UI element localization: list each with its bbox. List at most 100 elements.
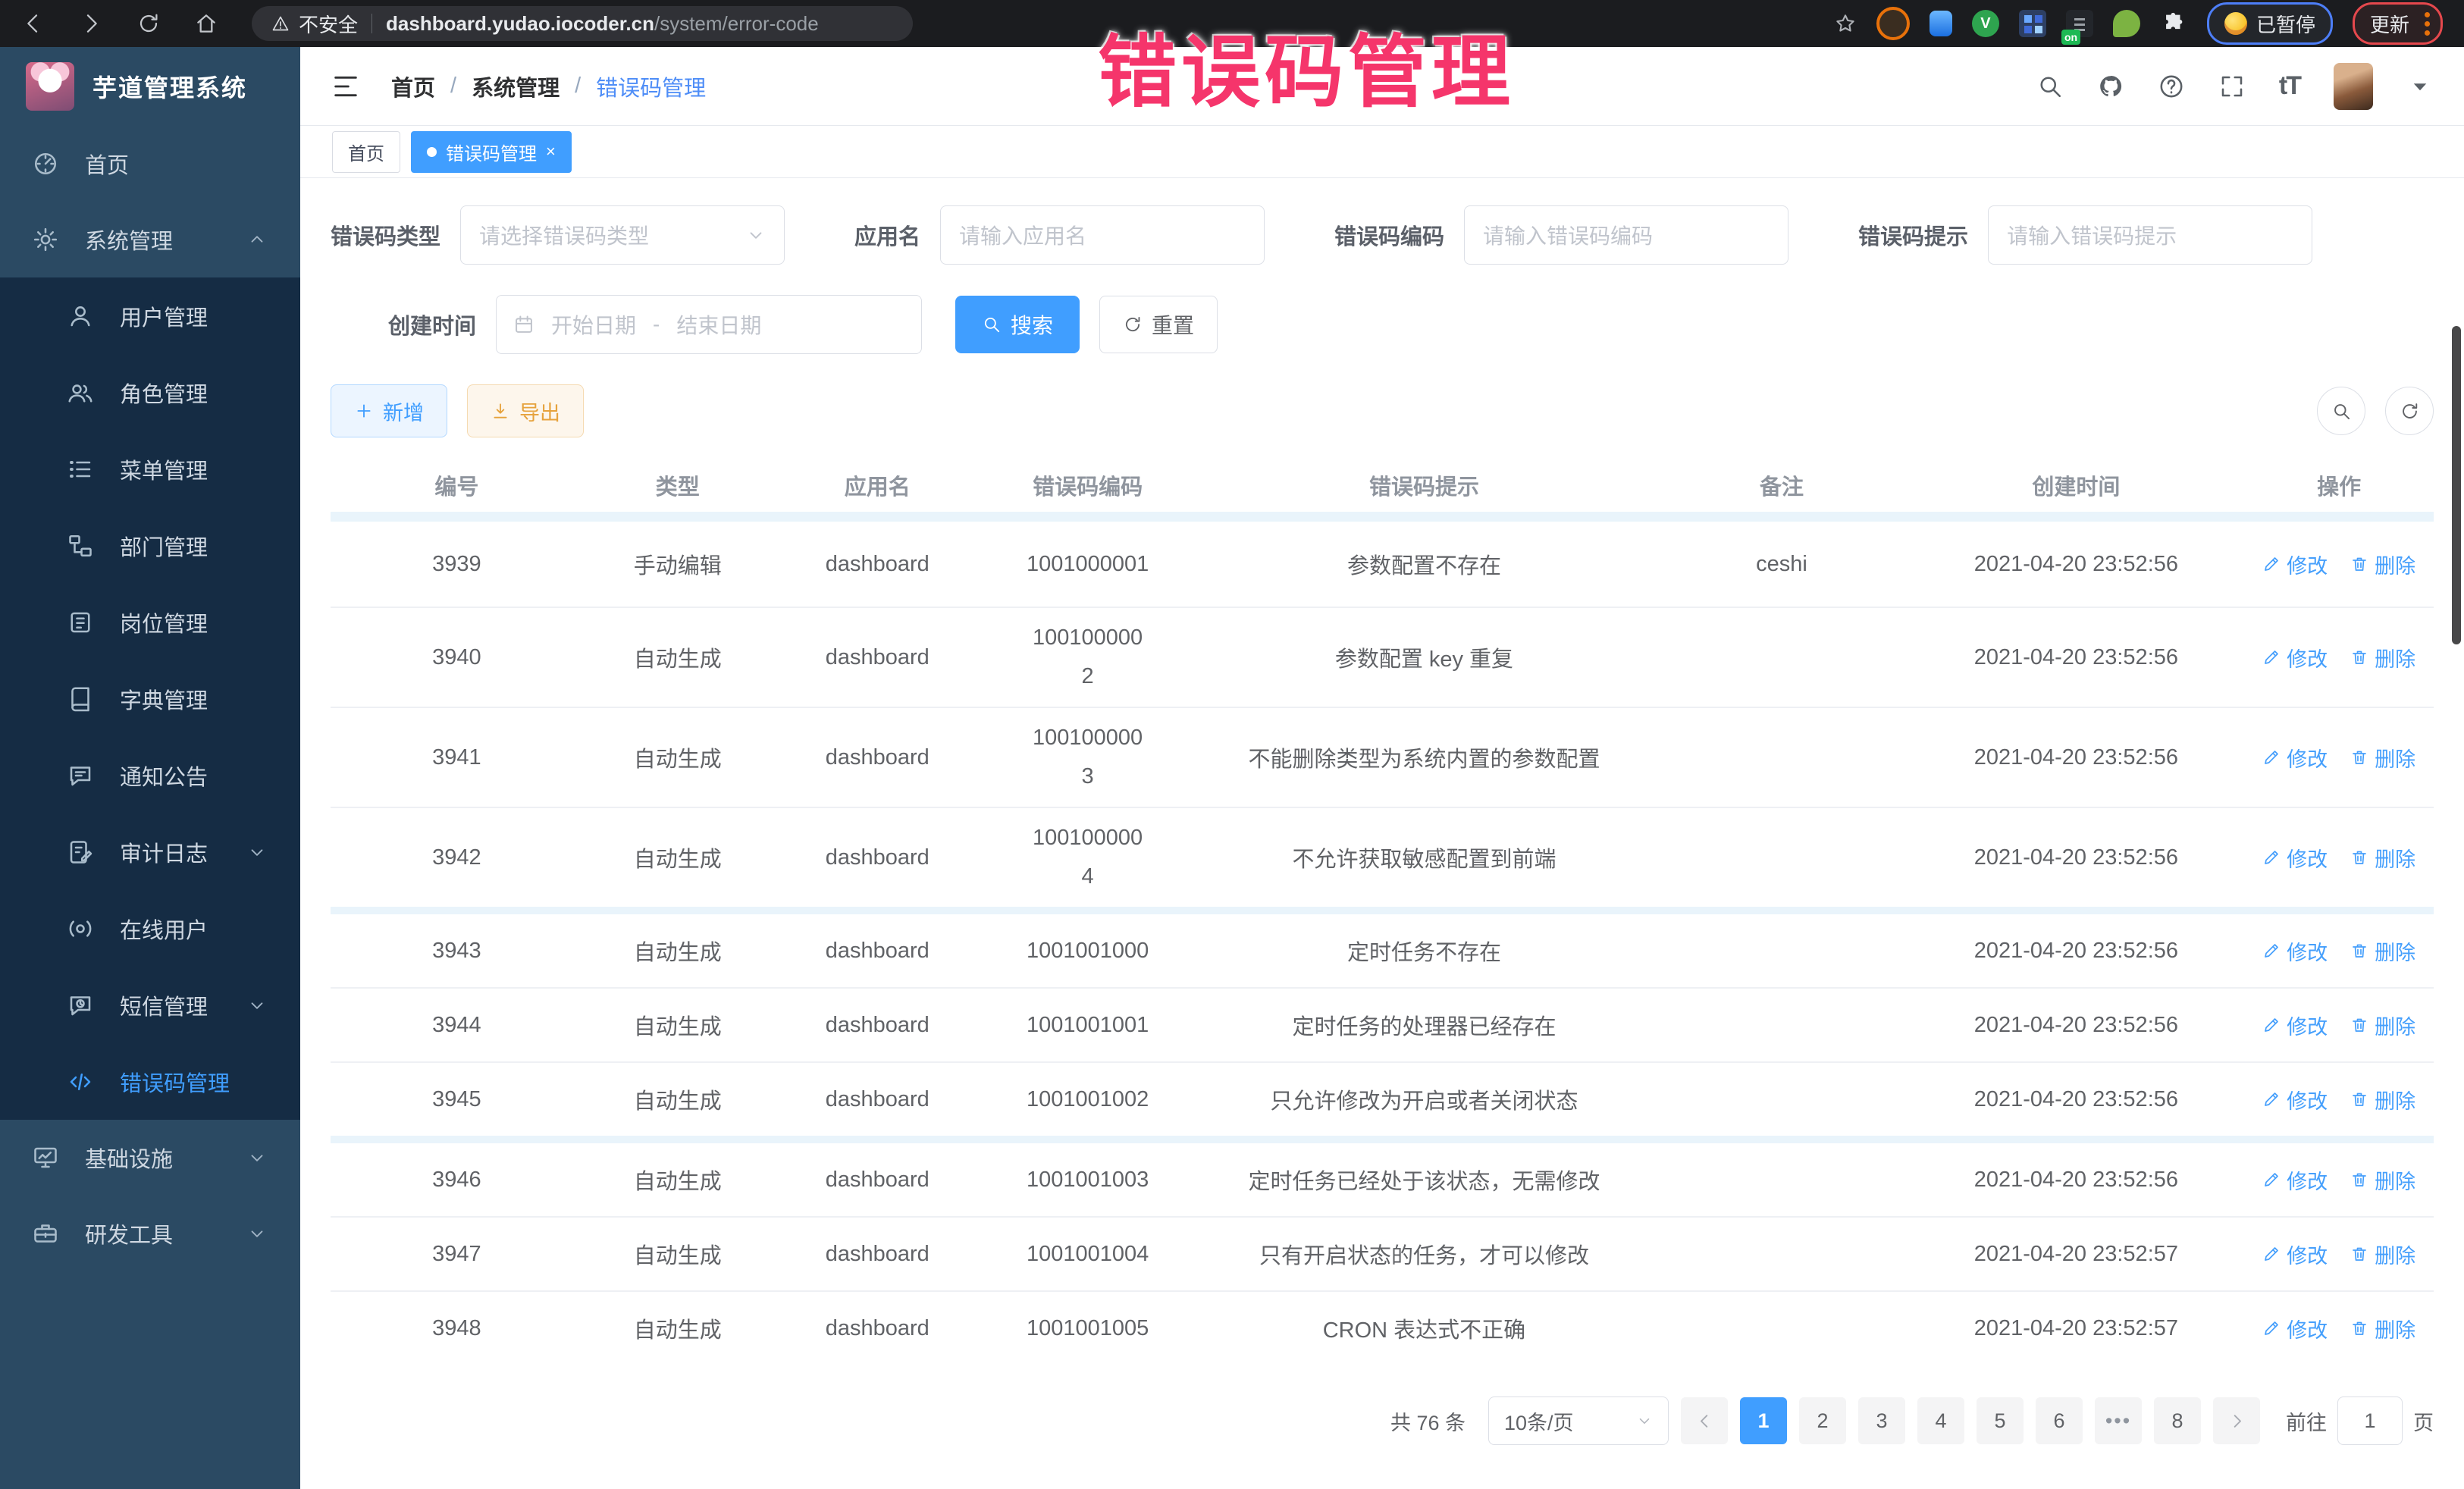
sidebar-item-sms[interactable]: 短信管理	[0, 967, 300, 1043]
extension-icon[interactable]: on	[2066, 10, 2093, 37]
error-hint-input[interactable]: 请输入错误码提示	[1988, 205, 2312, 265]
sidebar-item-error-code[interactable]: 错误码管理	[0, 1043, 300, 1120]
paused-badge[interactable]: 已暂停	[2207, 2, 2333, 45]
delete-link[interactable]: 删除	[2350, 1240, 2415, 1269]
sidebar-item-devtool[interactable]: 研发工具	[0, 1196, 300, 1271]
url-host: dashboard.yudao.iocoder.cn	[386, 12, 654, 36]
sidebar-item-role[interactable]: 角色管理	[0, 354, 300, 431]
sidebar-item-post[interactable]: 岗位管理	[0, 584, 300, 660]
cell-time: 2021-04-20 23:52:56	[1908, 1013, 2244, 1038]
cell-id: 3943	[331, 939, 583, 964]
page-size-select[interactable]: 10条/页	[1488, 1397, 1669, 1445]
sidebar-item-system[interactable]: 系统管理	[0, 202, 300, 277]
delete-link[interactable]: 删除	[2350, 1011, 2415, 1040]
delete-link[interactable]: 删除	[2350, 936, 2415, 966]
sidebar-item-menu[interactable]: 菜单管理	[0, 431, 300, 507]
search-button[interactable]: 搜索	[955, 296, 1080, 353]
browser-back-icon[interactable]	[21, 11, 45, 36]
prev-page-button[interactable]	[1681, 1397, 1728, 1444]
window-scrollbar[interactable]	[2452, 326, 2461, 644]
date-range-picker[interactable]: 开始日期 - 结束日期	[496, 295, 922, 354]
edit-link[interactable]: 修改	[2262, 936, 2328, 966]
tag-item[interactable]: 首页	[332, 131, 400, 173]
extension-icon[interactable]	[2019, 10, 2046, 37]
error-type-select[interactable]: 请选择错误码类型	[460, 205, 785, 265]
delete-link[interactable]: 删除	[2350, 1085, 2415, 1114]
search-icon	[982, 315, 1002, 334]
help-icon[interactable]	[2158, 73, 2185, 100]
font-size-icon[interactable]: tT	[2279, 71, 2300, 101]
delete-link[interactable]: 删除	[2350, 1165, 2415, 1195]
page-button-6[interactable]: 6	[2036, 1397, 2083, 1444]
error-code-input[interactable]: 请输入错误码编码	[1464, 205, 1788, 265]
goto-page-input[interactable]: 1	[2337, 1397, 2403, 1445]
browser-menu-dots-icon[interactable]	[2425, 12, 2430, 36]
page-button-8[interactable]: 8	[2154, 1397, 2201, 1444]
tag-active[interactable]: 错误码管理×	[411, 131, 572, 173]
edit-link[interactable]: 修改	[2262, 1165, 2328, 1195]
fullscreen-icon[interactable]	[2218, 73, 2246, 100]
edit-link[interactable]: 修改	[2262, 1314, 2328, 1343]
breadcrumb-item[interactable]: 首页	[391, 71, 435, 102]
refresh-table-button[interactable]	[2385, 387, 2434, 435]
delete-link[interactable]: 删除	[2350, 550, 2415, 579]
page-button-2[interactable]: 2	[1799, 1397, 1846, 1444]
extension-icon[interactable]	[2113, 10, 2140, 37]
search-icon[interactable]	[2036, 73, 2064, 100]
page-button-1[interactable]: 1	[1740, 1397, 1787, 1444]
edit-link[interactable]: 修改	[2262, 550, 2328, 579]
edit-link[interactable]: 修改	[2262, 743, 2328, 773]
edit-link[interactable]: 修改	[2262, 643, 2328, 672]
page-button-4[interactable]: 4	[1917, 1397, 1964, 1444]
chevron-down-icon	[1636, 1412, 1653, 1429]
add-button[interactable]: 新增	[331, 384, 447, 437]
github-icon[interactable]	[2097, 73, 2124, 100]
edit-link[interactable]: 修改	[2262, 1240, 2328, 1269]
sidebar-item-dict[interactable]: 字典管理	[0, 660, 300, 737]
cell-time: 2021-04-20 23:52:56	[1908, 845, 2244, 870]
edit-link[interactable]: 修改	[2262, 1085, 2328, 1114]
extension-icon[interactable]	[1930, 11, 1952, 36]
sidebar-item-user[interactable]: 用户管理	[0, 277, 300, 354]
export-button[interactable]: 导出	[467, 384, 584, 437]
next-page-button[interactable]	[2213, 1397, 2260, 1444]
page-button-5[interactable]: 5	[1977, 1397, 2024, 1444]
dict-icon	[67, 685, 94, 713]
page-ellipsis-button[interactable]: •••	[2095, 1397, 2142, 1444]
bookmark-star-icon[interactable]	[1834, 12, 1857, 35]
chevron-down-icon[interactable]	[2406, 73, 2434, 100]
sidebar-item-home[interactable]: 首页	[0, 126, 300, 202]
chevron-down-icon	[247, 1148, 267, 1168]
sidebar-item-notice[interactable]: 通知公告	[0, 737, 300, 813]
browser-reload-icon[interactable]	[136, 11, 161, 36]
extension-icon[interactable]	[1876, 7, 1910, 40]
sidebar-item-online-user[interactable]: 在线用户	[0, 890, 300, 967]
sidebar-item-infra[interactable]: 基础设施	[0, 1120, 300, 1196]
app-name-input[interactable]: 请输入应用名	[940, 205, 1265, 265]
goto-suffix: 页	[2413, 1406, 2434, 1436]
update-button[interactable]: 更新	[2353, 2, 2443, 45]
cell-time: 2021-04-20 23:52:56	[1908, 645, 2244, 670]
delete-link[interactable]: 删除	[2350, 643, 2415, 672]
user-avatar[interactable]	[2334, 63, 2373, 110]
page-button-3[interactable]: 3	[1858, 1397, 1905, 1444]
breadcrumb-item[interactable]: 系统管理	[472, 71, 560, 102]
delete-link[interactable]: 删除	[2350, 743, 2415, 773]
browser-forward-icon[interactable]	[79, 11, 103, 36]
toggle-search-button[interactable]	[2317, 387, 2365, 435]
delete-link[interactable]: 删除	[2350, 843, 2415, 873]
reset-button[interactable]: 重置	[1099, 296, 1218, 353]
download-icon	[491, 401, 510, 421]
delete-link[interactable]: 删除	[2350, 1314, 2415, 1343]
edit-link[interactable]: 修改	[2262, 843, 2328, 873]
vue-devtools-icon[interactable]: V	[1972, 10, 1999, 37]
sidebar-item-audit-log[interactable]: 审计日志	[0, 813, 300, 890]
close-icon[interactable]: ×	[546, 142, 556, 161]
sidebar-item-label: 基础设施	[85, 1142, 247, 1174]
extensions-puzzle-icon[interactable]	[2160, 10, 2187, 37]
address-bar[interactable]: 不安全 dashboard.yudao.iocoder.cn /system/e…	[252, 6, 913, 41]
browser-home-icon[interactable]	[194, 11, 218, 36]
edit-link[interactable]: 修改	[2262, 1011, 2328, 1040]
sidebar-item-dept[interactable]: 部门管理	[0, 507, 300, 584]
sidebar-collapse-icon[interactable]	[331, 71, 361, 102]
